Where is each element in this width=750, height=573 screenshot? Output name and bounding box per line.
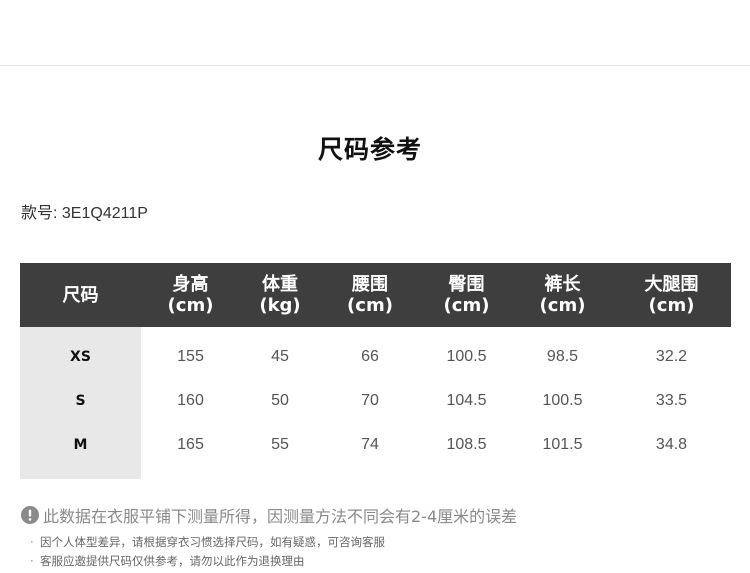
table-cell: 155: [177, 348, 204, 365]
size-cell: XS: [20, 327, 141, 379]
header-pants-length: 裤长 (cm): [513, 263, 612, 327]
table-cell: 165: [177, 436, 204, 453]
style-number-value: 3E1Q4211P: [61, 205, 148, 222]
table-cell: 100.5: [542, 392, 583, 409]
table-cell: 100.5: [446, 348, 487, 365]
table-cell: 45: [271, 348, 289, 365]
table-cell: 33.5: [655, 392, 688, 409]
header-size: 尺码: [20, 263, 141, 327]
size-cell: S: [20, 379, 141, 423]
table-cell: 104.5: [446, 392, 487, 409]
style-number-label: 款号:: [21, 205, 58, 222]
table-cell: 55: [271, 436, 289, 453]
size-cell: M: [20, 423, 141, 479]
table-cell: 74: [361, 436, 379, 453]
table-cell: 66: [361, 348, 379, 365]
table-row: XS 155 45 66 100.5 98.5 32.2: [20, 327, 731, 379]
table-cell: 101.5: [542, 436, 583, 453]
header-hip: 臀围 (cm): [420, 263, 513, 327]
table-cell: 32.2: [655, 348, 688, 365]
header-height: 身高 (cm): [141, 263, 240, 327]
table-cell: 50: [271, 392, 289, 409]
page-title: 尺码参考: [317, 135, 422, 164]
table-row: S 160 50 70 104.5 100.5 33.5: [20, 379, 731, 423]
measurement-note-text: 此数据在衣服平铺下测量所得，因测量方法不同会有2-4厘米的误差: [43, 507, 518, 526]
table-cell: 108.5: [446, 436, 487, 453]
table-header-row: 尺码 身高 (cm) 体重 (kg) 腰围 (cm) 臀围 (cm) 裤长 (cm) 大腿…: [20, 263, 731, 327]
style-number: 款号: 3E1Q4211P: [21, 199, 148, 223]
list-item: 因个人体型差异，请根据穿衣习惯选择尺码，如有疑惑，可咨询客服: [30, 533, 385, 552]
table-row: M 165 55 74 108.5 101.5 34.8: [20, 423, 731, 479]
exclamation-circle-icon: [21, 506, 39, 524]
measurement-note: 此数据在衣服平铺下测量所得，因测量方法不同会有2-4厘米的误差: [21, 503, 517, 527]
table-cell: 34.8: [655, 436, 688, 453]
table-cell: 98.5: [546, 348, 579, 365]
header-weight: 体重 (kg): [240, 263, 320, 327]
header-waist: 腰围 (cm): [320, 263, 420, 327]
table-cell: 160: [177, 392, 204, 409]
top-divider: [0, 65, 750, 66]
header-thigh: 大腿围 (cm): [612, 263, 731, 327]
list-item: 客服应邀提供尺码仅供参考，请勿以此作为退换理由: [30, 552, 385, 571]
size-chart-table: 尺码 身高 (cm) 体重 (kg) 腰围 (cm) 臀围 (cm) 裤长 (cm) 大腿…: [20, 263, 731, 479]
notes-list: 因个人体型差异，请根据穿衣习惯选择尺码，如有疑惑，可咨询客服 客服应邀提供尺码仅…: [30, 533, 385, 571]
table-cell: 70: [361, 392, 379, 409]
